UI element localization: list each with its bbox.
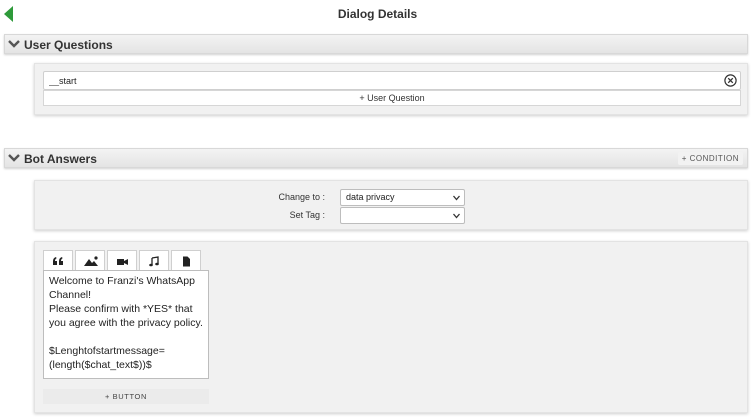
tab-file[interactable] [171, 250, 201, 271]
add-condition-button[interactable]: + CONDITION [677, 152, 743, 165]
tab-image[interactable] [75, 250, 105, 271]
tab-quote[interactable] [43, 250, 73, 271]
user-questions-header[interactable]: User Questions [4, 34, 748, 54]
change-to-label: Change to : [278, 192, 325, 202]
add-user-question-button[interactable]: + User Question [43, 90, 741, 106]
top-bar: Dialog Details [0, 0, 755, 28]
close-circle-icon[interactable] [724, 74, 737, 87]
chevron-down-icon [453, 195, 460, 201]
quote-icon [53, 257, 63, 265]
user-questions-panel: + User Question [34, 63, 748, 115]
user-question-input[interactable] [43, 71, 741, 90]
set-tag-label: Set Tag : [289, 210, 325, 220]
video-icon [117, 259, 128, 265]
music-icon [149, 256, 159, 267]
bot-settings-panel: Change to : data privacy Set Tag : [34, 180, 748, 230]
change-to-select[interactable]: data privacy [340, 189, 465, 206]
chevron-down-icon[interactable] [8, 153, 20, 163]
message-text[interactable]: Welcome to Franzi's WhatsApp Channel! Pl… [43, 270, 209, 379]
section-title: Bot Answers [24, 152, 97, 166]
tab-audio[interactable] [139, 250, 169, 271]
change-to-value: data privacy [346, 192, 395, 202]
chevron-down-icon[interactable] [8, 39, 20, 49]
chevron-down-icon [453, 213, 460, 219]
set-tag-select[interactable] [340, 207, 465, 224]
tab-video[interactable] [107, 250, 137, 271]
image-icon [84, 256, 98, 266]
bot-answers-header[interactable]: Bot Answers + CONDITION [4, 148, 748, 168]
page-title: Dialog Details [337, 7, 418, 21]
section-title: User Questions [24, 38, 113, 52]
add-button-button[interactable]: + BUTTON [43, 389, 209, 404]
message-panel: Welcome to Franzi's WhatsApp Channel! Pl… [34, 241, 748, 413]
file-icon [183, 256, 190, 267]
